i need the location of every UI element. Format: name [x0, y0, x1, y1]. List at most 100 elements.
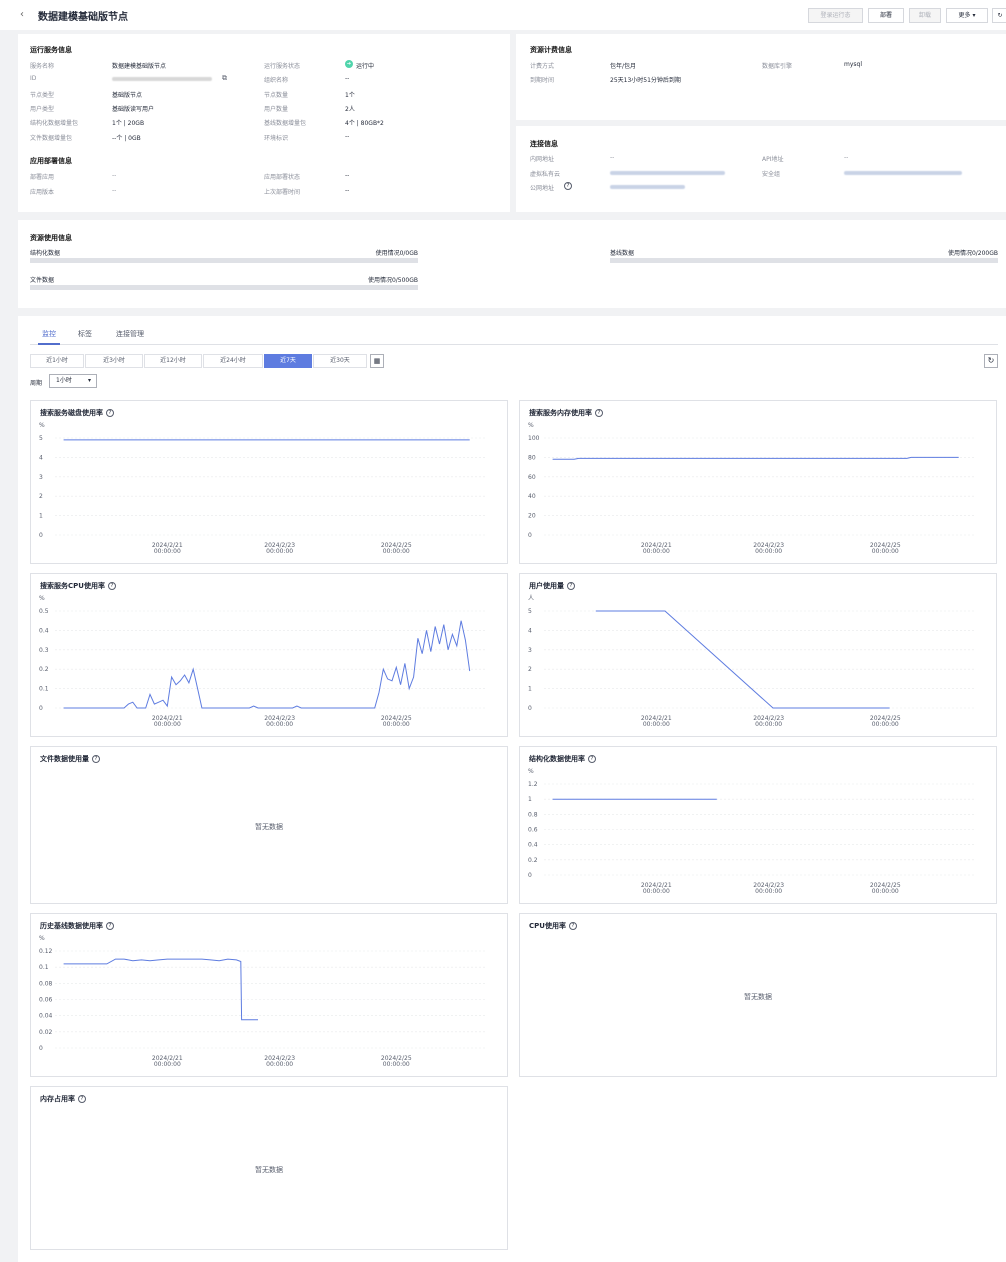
help-icon[interactable]: ?: [595, 409, 603, 417]
info-label: 基线数据增量包: [264, 120, 307, 128]
y-tick-label: 1.2: [528, 781, 538, 788]
chart-svg: %1008060402002024/2/2100:00:002024/2/230…: [528, 422, 976, 555]
chart-title: 内存占用率?: [40, 1094, 86, 1104]
chart-card: CPU使用率? 暂无数据: [519, 913, 997, 1077]
x-tick-time: 00:00:00: [383, 548, 410, 555]
tab-0[interactable]: 监控: [42, 329, 56, 339]
y-tick-label: 0.08: [39, 980, 53, 987]
y-tick-label: 0: [528, 532, 532, 539]
y-unit: %: [39, 595, 45, 602]
help-icon[interactable]: ?: [564, 182, 572, 190]
vpc-link-blurred[interactable]: [610, 170, 725, 175]
status-value: 运行中: [356, 63, 375, 70]
chart-svg: %1.210.80.60.40.202024/2/2100:00:002024/…: [528, 768, 976, 895]
page-title: 数据建模基础版节点: [38, 12, 128, 23]
more-button[interactable]: 更多 ▾: [946, 8, 988, 23]
range-button[interactable]: 近3小时: [85, 354, 143, 368]
billing-value: mysql: [844, 61, 862, 68]
y-tick-label: 1: [39, 513, 43, 520]
y-tick-label: 0.6: [528, 827, 538, 834]
help-icon[interactable]: ?: [568, 922, 577, 930]
info-value: 2人: [345, 105, 355, 113]
info-label: 环境标识: [264, 134, 289, 142]
security-group-blurred[interactable]: [844, 170, 962, 175]
x-tick-time: 00:00:00: [755, 721, 782, 728]
series-line: [595, 610, 890, 709]
refresh-button[interactable]: ↻: [992, 8, 1006, 23]
help-icon[interactable]: ?: [106, 922, 114, 930]
tabs-divider: [30, 344, 998, 345]
x-tick-time: 00:00:00: [266, 548, 293, 555]
chart-card: 结构化数据使用率?% 1.2 1 0.8 0.6 0.4 0.2 0 2024/2/21 00:0…: [519, 746, 997, 904]
y-tick-label: 20: [528, 513, 536, 520]
range-button[interactable]: 近7天: [264, 354, 312, 368]
y-tick-label: 0.2: [528, 857, 538, 864]
y-tick-label: 4: [528, 627, 532, 634]
connection-label: API地址: [762, 156, 784, 163]
deploy-button[interactable]: 部署: [868, 8, 904, 23]
public-ip-blurred[interactable]: [610, 185, 685, 189]
range-button[interactable]: 近1小时: [30, 354, 84, 368]
calendar-icon[interactable]: ▦: [370, 354, 384, 368]
connection-label: 内网地址: [530, 156, 555, 163]
billing-value: 25天13小时51分钟后到期: [610, 77, 681, 84]
range-button[interactable]: 近30天: [313, 354, 367, 368]
period-select[interactable]: 1小时 ▾: [49, 374, 97, 388]
info-label: 文件数据增量包: [30, 134, 73, 142]
y-tick-label: 0.12: [39, 948, 53, 955]
chart-title-text: 用户使用量: [529, 582, 564, 590]
connection-label: 安全组: [762, 170, 781, 178]
info-label: 节点数量: [264, 91, 289, 99]
y-tick-label: 0.5: [39, 608, 49, 615]
y-tick-label: 0: [39, 1045, 43, 1052]
help-icon[interactable]: ?: [588, 755, 596, 763]
y-tick-label: 3: [528, 647, 532, 654]
tab-2[interactable]: 连接管理: [116, 329, 144, 339]
help-icon[interactable]: ?: [92, 755, 100, 763]
id-value-blurred: [112, 77, 212, 82]
usage-bar: [30, 285, 418, 290]
chart-title-text: CPU使用率: [529, 922, 566, 930]
y-tick-label: 0: [528, 705, 532, 712]
refresh-icon: ↻: [997, 12, 1003, 19]
tab-1[interactable]: 标签: [78, 329, 92, 339]
chart-svg: %5432102024/2/2100:00:002024/2/2300:00:0…: [39, 422, 487, 555]
chart-title-text: 历史基线数据使用率: [40, 922, 103, 930]
chart-card: 文件数据使用量? 暂无数据: [30, 746, 508, 904]
info-value: --: [345, 75, 350, 83]
y-tick-label: 0.06: [39, 997, 53, 1004]
range-button[interactable]: 近12小时: [144, 354, 202, 368]
series-line: [63, 958, 258, 1021]
info-value: --: [345, 186, 350, 194]
info-label: 结构化数据增量包: [30, 120, 79, 128]
y-unit: 人: [528, 595, 534, 602]
chart-card: 用户使用量? 人 5 4 3 2 1 0 2024/2/21 00:00:00 2024/2/23 0…: [519, 573, 997, 737]
range-button[interactable]: 近24小时: [203, 354, 263, 368]
connection-value: --: [610, 154, 615, 161]
y-tick-label: 3: [39, 474, 43, 481]
help-icon[interactable]: ?: [107, 582, 116, 590]
y-tick-label: 4: [39, 454, 43, 461]
connection-label: 公网地址: [530, 185, 555, 192]
period-value: 1小时: [56, 377, 72, 384]
chevron-down-icon: ▾: [87, 377, 91, 384]
login-runtime-button[interactable]: 登录运行态: [808, 8, 863, 23]
info-value: --: [345, 132, 350, 140]
refresh-chart-icon[interactable]: ↻: [984, 354, 998, 368]
y-tick-label: 1: [528, 686, 532, 693]
chart-svg: %0.120.10.080.060.040.0202024/2/2100:00:…: [39, 935, 487, 1068]
back-chevron-icon[interactable]: ‹: [20, 9, 24, 20]
x-tick-time: 00:00:00: [154, 1061, 181, 1068]
y-tick-label: 0.04: [39, 1013, 53, 1020]
y-tick-label: 100: [528, 435, 540, 442]
x-tick-time: 00:00:00: [755, 888, 782, 895]
help-icon[interactable]: ?: [106, 409, 114, 417]
y-tick-label: 0.4: [39, 627, 49, 634]
copy-icon[interactable]: ⧉: [222, 74, 227, 83]
period-label: 周期: [30, 380, 43, 387]
chart-title-text: 文件数据使用量: [40, 755, 89, 763]
chart-svg: %0.50.40.30.20.102024/2/2100:00:002024/2…: [39, 595, 487, 728]
uninstall-button[interactable]: 卸载: [909, 8, 941, 23]
help-icon[interactable]: ?: [567, 582, 575, 590]
help-icon[interactable]: ?: [78, 1095, 86, 1103]
